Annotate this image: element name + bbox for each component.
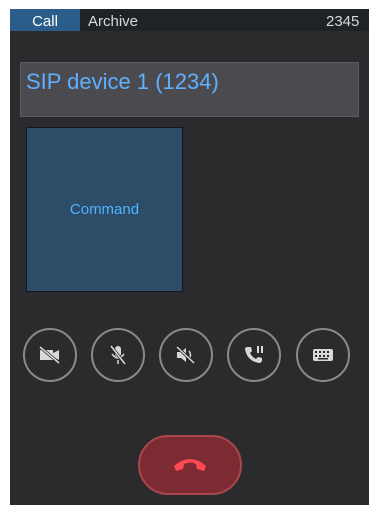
hang-up-icon [170,452,210,479]
mic-off-button[interactable] [91,328,145,382]
keypad-button[interactable] [296,328,350,382]
tab-archive[interactable]: Archive [88,9,138,31]
tab-bar: Call Archive 2345 [10,9,369,31]
hang-up-button[interactable] [138,435,242,495]
keyboard-icon [311,346,335,364]
tab-2345[interactable]: 2345 [326,9,359,31]
video-off-icon [37,345,63,365]
device-title-bar: SIP device 1 (1234) [20,62,359,117]
call-panel: SIP device 1 (1234) Command [10,31,369,505]
mic-off-icon [107,343,129,367]
call-hold-button[interactable] [227,328,281,382]
command-tile[interactable]: Command [26,127,183,292]
speaker-off-icon [174,344,198,366]
command-label: Command [69,201,140,218]
device-title: SIP device 1 (1234) [26,69,219,94]
tab-call[interactable]: Call [10,9,80,31]
video-off-button[interactable] [23,328,77,382]
speaker-off-button[interactable] [159,328,213,382]
phone-pause-icon [242,343,266,367]
